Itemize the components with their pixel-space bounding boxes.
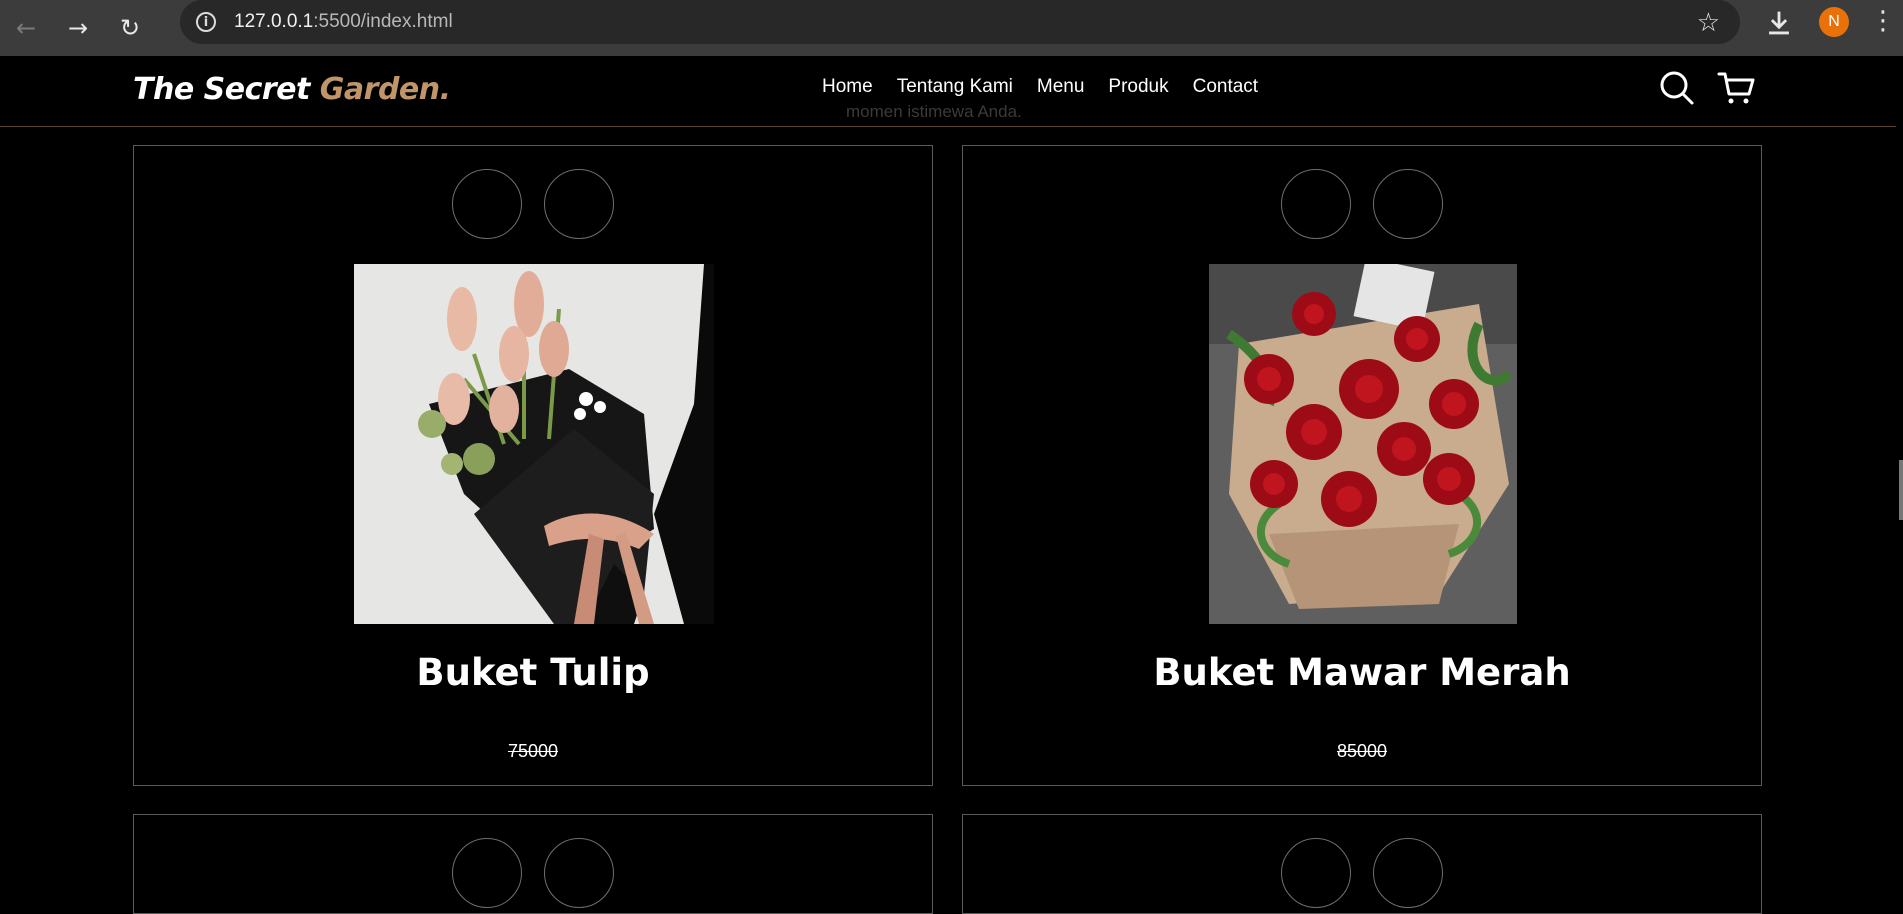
forward-icon[interactable]: → xyxy=(52,0,104,56)
product-price: 85000 xyxy=(1336,741,1388,761)
url-text[interactable]: 127.0.0.1:5500/index.html xyxy=(234,11,453,33)
tulip-bouquet-image xyxy=(354,264,714,624)
nav-home[interactable]: Home xyxy=(822,76,873,98)
product-card: Buket Mawar Merah 85000 xyxy=(962,145,1762,786)
nav-tentang-kami[interactable]: Tentang Kami xyxy=(897,76,1013,98)
product-action-button[interactable] xyxy=(1281,169,1351,239)
browser-toolbar: ← → ↻ i 127.0.0.1:5500/index.html ☆ N ⋮ xyxy=(0,0,1903,56)
product-title: Buket Tulip xyxy=(416,651,650,694)
product-card: Buket Tulip 75000 xyxy=(133,145,933,786)
download-icon[interactable] xyxy=(1762,6,1796,40)
url-host: 127.0.0.1 xyxy=(234,11,314,32)
nav-produk[interactable]: Produk xyxy=(1108,76,1168,98)
product-action-button[interactable] xyxy=(1373,838,1443,908)
product-card xyxy=(133,814,933,914)
cart-icon[interactable] xyxy=(1716,68,1756,108)
red-rose-bouquet-image xyxy=(1209,264,1517,624)
search-icon[interactable] xyxy=(1657,68,1697,108)
url-path: :5500/index.html xyxy=(313,11,453,32)
logo-accent-text: Garden. xyxy=(319,72,451,107)
scrollbar-thumb[interactable] xyxy=(1899,460,1903,520)
product-action-button[interactable] xyxy=(544,169,614,239)
product-action-button[interactable] xyxy=(1373,169,1443,239)
info-icon[interactable]: i xyxy=(196,12,216,32)
product-title: Buket Mawar Merah xyxy=(1153,651,1571,694)
logo-main-text: The Secret xyxy=(133,72,320,107)
menu-kebab-icon[interactable]: ⋮ xyxy=(1870,6,1896,36)
product-card xyxy=(962,814,1762,914)
product-action-button[interactable] xyxy=(452,169,522,239)
star-icon[interactable]: ☆ xyxy=(1697,8,1720,38)
hero-text-fragment: momen istimewa Anda. xyxy=(846,102,1022,121)
site-header: momen istimewa Anda. The Secret Garden. … xyxy=(0,56,1896,127)
back-icon[interactable]: ← xyxy=(0,0,52,56)
product-action-button[interactable] xyxy=(1281,838,1351,908)
avatar[interactable]: N xyxy=(1819,7,1849,37)
nav-contact[interactable]: Contact xyxy=(1193,76,1258,98)
address-bar[interactable]: i 127.0.0.1:5500/index.html ☆ xyxy=(180,0,1740,44)
product-price: 75000 xyxy=(507,741,559,761)
logo[interactable]: The Secret Garden. xyxy=(133,72,451,107)
reload-icon[interactable]: ↻ xyxy=(104,0,156,56)
product-action-button[interactable] xyxy=(544,838,614,908)
main-nav: Home Tentang Kami Menu Produk Contact xyxy=(822,76,1258,98)
product-action-button[interactable] xyxy=(452,838,522,908)
nav-menu[interactable]: Menu xyxy=(1037,76,1085,98)
